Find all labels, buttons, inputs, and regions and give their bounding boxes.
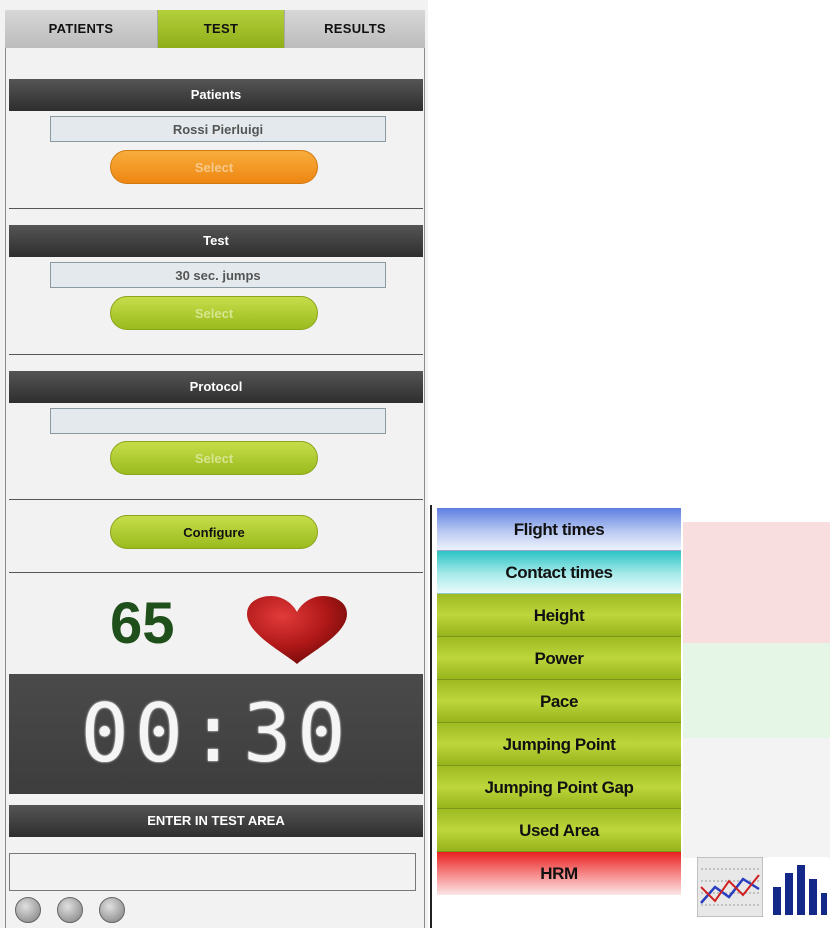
bar-chart-icon[interactable] xyxy=(768,857,828,917)
divider xyxy=(9,499,423,500)
heart-icon xyxy=(247,596,347,664)
divider xyxy=(9,208,423,209)
test-area-input[interactable] xyxy=(9,853,416,891)
tab-test[interactable]: TEST xyxy=(158,10,285,48)
indicator-light[interactable] xyxy=(57,897,83,923)
timer-value: 00:30 xyxy=(80,687,352,780)
heart-rate-value: 65 xyxy=(110,591,175,656)
status-band-red xyxy=(683,522,830,643)
metric-used-area[interactable]: Used Area xyxy=(437,809,681,852)
indicator-light[interactable] xyxy=(15,897,41,923)
divider xyxy=(9,354,423,355)
select-patient-button[interactable]: Select xyxy=(110,150,318,184)
status-band-green xyxy=(683,643,830,738)
protocol-field[interactable] xyxy=(50,408,386,434)
line-chart-icon[interactable] xyxy=(697,857,763,917)
patients-header: Patients xyxy=(9,79,423,111)
configure-button[interactable]: Configure xyxy=(110,515,318,549)
metric-height[interactable]: Height xyxy=(437,594,681,637)
metric-pace[interactable]: Pace xyxy=(437,680,681,723)
divider xyxy=(9,572,423,573)
metric-power[interactable]: Power xyxy=(437,637,681,680)
left-panel: PATIENTS TEST RESULTS Patients Rossi Pie… xyxy=(0,0,428,928)
patient-name-field[interactable]: Rossi Pierluigi xyxy=(50,116,386,142)
timer-display: 00:30 xyxy=(9,674,423,794)
metric-jumping-point[interactable]: Jumping Point xyxy=(437,723,681,766)
metric-hrm[interactable]: HRM xyxy=(437,852,681,895)
select-protocol-button[interactable]: Select xyxy=(110,441,318,475)
indicator-light[interactable] xyxy=(99,897,125,923)
vertical-divider xyxy=(430,505,432,928)
test-header: Test xyxy=(9,225,423,257)
test-name-field[interactable]: 30 sec. jumps xyxy=(50,262,386,288)
protocol-header: Protocol xyxy=(9,371,423,403)
tab-results[interactable]: RESULTS xyxy=(285,10,425,48)
select-test-button[interactable]: Select xyxy=(110,296,318,330)
enter-test-area-header: ENTER IN TEST AREA xyxy=(9,805,423,837)
metrics-menu: Flight times Contact times Height Power … xyxy=(437,508,681,895)
metric-flight-times[interactable]: Flight times xyxy=(437,508,681,551)
tab-patients[interactable]: PATIENTS xyxy=(5,10,158,48)
status-band-grey xyxy=(683,738,830,858)
metric-jumping-point-gap[interactable]: Jumping Point Gap xyxy=(437,766,681,809)
metric-contact-times[interactable]: Contact times xyxy=(437,551,681,594)
tab-bar: PATIENTS TEST RESULTS xyxy=(5,10,425,48)
